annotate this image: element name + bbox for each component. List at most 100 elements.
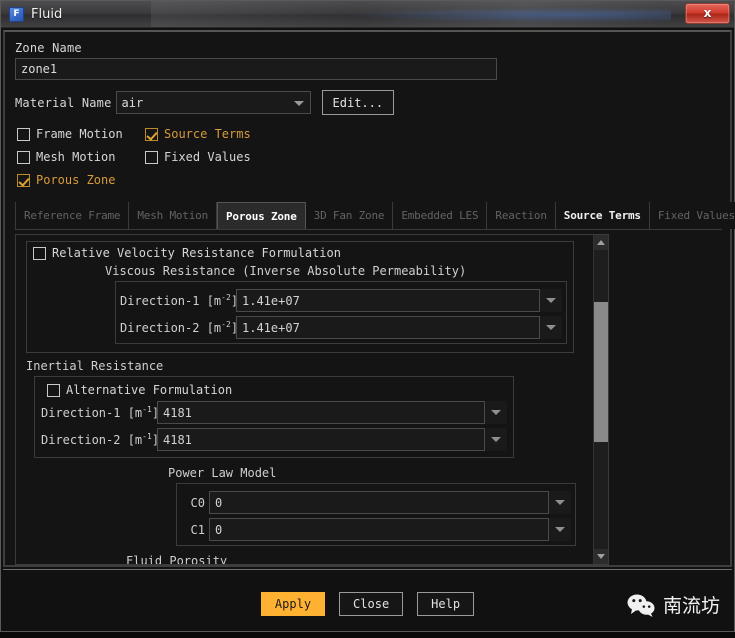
checkbox-mesh-motion[interactable]: Mesh Motion [17, 150, 145, 164]
porous-zone-panel: Relative Velocity Resistance Formulation… [15, 234, 609, 565]
inertial-direction-1-dropdown-icon[interactable] [485, 401, 507, 424]
checkbox-label-relative-velocity: Relative Velocity Resistance Formulation [52, 246, 341, 260]
viscous-direction-1-dropdown-icon[interactable] [540, 289, 562, 312]
inertial-direction-2-value: 4181 [158, 433, 192, 447]
viscous-direction-2-row: Direction-2 [m-2] 1.41e+07 [120, 316, 562, 339]
scrollbar-thumb[interactable] [594, 302, 609, 442]
tab-source-terms[interactable]: Source Terms [556, 202, 650, 229]
checkbox-label-frame-motion: Frame Motion [36, 127, 123, 141]
power-law-c0-row: C0 0 [181, 491, 571, 514]
title-bar: F Fluid x [1, 1, 734, 28]
viscous-direction-1-label: Direction-1 [m-2] [120, 294, 232, 308]
checkbox-box-source-terms [145, 128, 158, 141]
porous-zone-panel-content: Relative Velocity Resistance Formulation… [16, 235, 594, 565]
material-name-value: air [117, 96, 144, 110]
checkbox-label-mesh-motion: Mesh Motion [36, 150, 115, 164]
checkbox-label-porous-zone: Porous Zone [36, 173, 115, 187]
power-law-c0-dropdown-icon[interactable] [549, 491, 571, 514]
checkbox-row-1: Frame Motion Source Terms [17, 127, 722, 141]
help-button[interactable]: Help [417, 592, 474, 616]
tab-fixed-values[interactable]: Fixed Values [650, 202, 735, 229]
scroll-up-arrow-icon[interactable] [594, 235, 609, 250]
relative-velocity-group: Relative Velocity Resistance Formulation… [26, 241, 574, 353]
power-law-c0-label: C0 [181, 496, 205, 510]
viscous-direction-1-value: 1.41e+07 [237, 294, 300, 308]
titlebar-background-blur [151, 1, 671, 28]
viscous-direction-2-input[interactable]: 1.41e+07 [236, 316, 540, 339]
viscous-direction-2-dropdown-icon[interactable] [540, 316, 562, 339]
power-law-model-title: Power Law Model [168, 466, 594, 480]
panel-vertical-scrollbar[interactable] [593, 235, 608, 564]
viscous-direction-1-row: Direction-1 [m-2] 1.41e+07 [120, 289, 562, 312]
scroll-down-arrow-icon[interactable] [594, 549, 609, 564]
inertial-direction-1-label: Direction-1 [m-1] [41, 406, 153, 420]
checkbox-label-fixed-values: Fixed Values [164, 150, 251, 164]
footer-button-group: Apply Close Help [261, 592, 474, 616]
inertial-resistance-group: Alternative Formulation Direction-1 [m-1… [34, 376, 514, 458]
checkbox-box-alternative-formulation [47, 384, 60, 397]
fluid-dialog-window: F Fluid x Zone Name Material Name air Ed… [0, 0, 735, 632]
power-law-model-group: C0 0 C1 0 [176, 483, 576, 546]
power-law-c1-dropdown-icon[interactable] [549, 518, 571, 541]
viscous-direction-2-label: Direction-2 [m-2] [120, 321, 232, 335]
watermark-text: 南流坊 [663, 591, 720, 618]
material-name-label: Material Name [15, 96, 112, 110]
close-window-button[interactable]: x [685, 3, 730, 24]
power-law-c0-value: 0 [210, 496, 222, 510]
inertial-direction-2-input[interactable]: 4181 [157, 428, 485, 451]
tab-bar: Reference Frame Mesh Motion Porous Zone … [15, 202, 722, 230]
checkbox-frame-motion[interactable]: Frame Motion [17, 127, 145, 141]
power-law-c0-input[interactable]: 0 [209, 491, 549, 514]
inertial-direction-2-row: Direction-2 [m-1] 4181 [41, 428, 507, 451]
tab-mesh-motion[interactable]: Mesh Motion [129, 202, 217, 229]
checkbox-source-terms[interactable]: Source Terms [145, 127, 251, 141]
material-name-row: Material Name air Edit... [15, 90, 722, 115]
power-law-c1-label: C1 [181, 523, 205, 537]
inertial-direction-1-value: 4181 [158, 406, 192, 420]
viscous-direction-2-value: 1.41e+07 [237, 321, 300, 335]
dialog-footer: Apply Close Help 南流坊 [1, 570, 734, 638]
tab-3d-fan-zone[interactable]: 3D Fan Zone [306, 202, 394, 229]
inertial-direction-2-dropdown-icon[interactable] [485, 428, 507, 451]
checkbox-box-porous-zone [17, 174, 30, 187]
fluid-porosity-title: Fluid Porosity [126, 554, 594, 565]
apply-button[interactable]: Apply [261, 592, 325, 616]
tab-embedded-les[interactable]: Embedded LES [393, 202, 487, 229]
edit-material-button[interactable]: Edit... [322, 90, 395, 115]
viscous-resistance-title: Viscous Resistance (Inverse Absolute Per… [105, 264, 567, 278]
checkbox-box-relative-velocity [33, 247, 46, 260]
checkbox-fixed-values[interactable]: Fixed Values [145, 150, 251, 164]
viscous-resistance-fields: Direction-1 [m-2] 1.41e+07 Direction-2 [… [115, 281, 567, 344]
power-law-c1-value: 0 [210, 523, 222, 537]
checkbox-label-alternative-formulation: Alternative Formulation [66, 383, 232, 397]
dialog-body: Zone Name Material Name air Edit... Fram… [3, 30, 732, 567]
power-law-c1-row: C1 0 [181, 518, 571, 541]
fluent-app-icon: F [9, 7, 24, 22]
inertial-direction-1-input[interactable]: 4181 [157, 401, 485, 424]
inertial-direction-2-label: Direction-2 [m-1] [41, 433, 153, 447]
checkbox-row-2: Mesh Motion Fixed Values [17, 150, 722, 164]
material-name-dropdown[interactable]: air [116, 91, 311, 114]
inertial-resistance-title: Inertial Resistance [26, 359, 594, 373]
close-button[interactable]: Close [339, 592, 403, 616]
tab-porous-zone[interactable]: Porous Zone [217, 202, 306, 229]
checkbox-row-3: Porous Zone [17, 173, 722, 187]
window-title: Fluid [31, 7, 62, 22]
zone-options-checkbox-group: Frame Motion Source Terms Mesh Motion Fi… [17, 127, 722, 196]
zone-name-input[interactable] [15, 58, 497, 80]
checkbox-porous-zone[interactable]: Porous Zone [17, 173, 115, 187]
tab-reaction[interactable]: Reaction [487, 202, 555, 229]
power-law-c1-input[interactable]: 0 [209, 518, 549, 541]
chevron-down-icon [294, 101, 304, 106]
checkbox-alternative-formulation[interactable]: Alternative Formulation [47, 383, 507, 397]
inertial-direction-1-row: Direction-1 [m-1] 4181 [41, 401, 507, 424]
checkbox-box-fixed-values [145, 151, 158, 164]
checkbox-box-mesh-motion [17, 151, 30, 164]
viscous-direction-1-input[interactable]: 1.41e+07 [236, 289, 540, 312]
watermark: 南流坊 [626, 591, 720, 618]
zone-name-label: Zone Name [15, 41, 722, 55]
checkbox-relative-velocity-resistance[interactable]: Relative Velocity Resistance Formulation [33, 246, 567, 260]
checkbox-label-source-terms: Source Terms [164, 127, 251, 141]
checkbox-box-frame-motion [17, 128, 30, 141]
tab-reference-frame[interactable]: Reference Frame [15, 202, 129, 229]
